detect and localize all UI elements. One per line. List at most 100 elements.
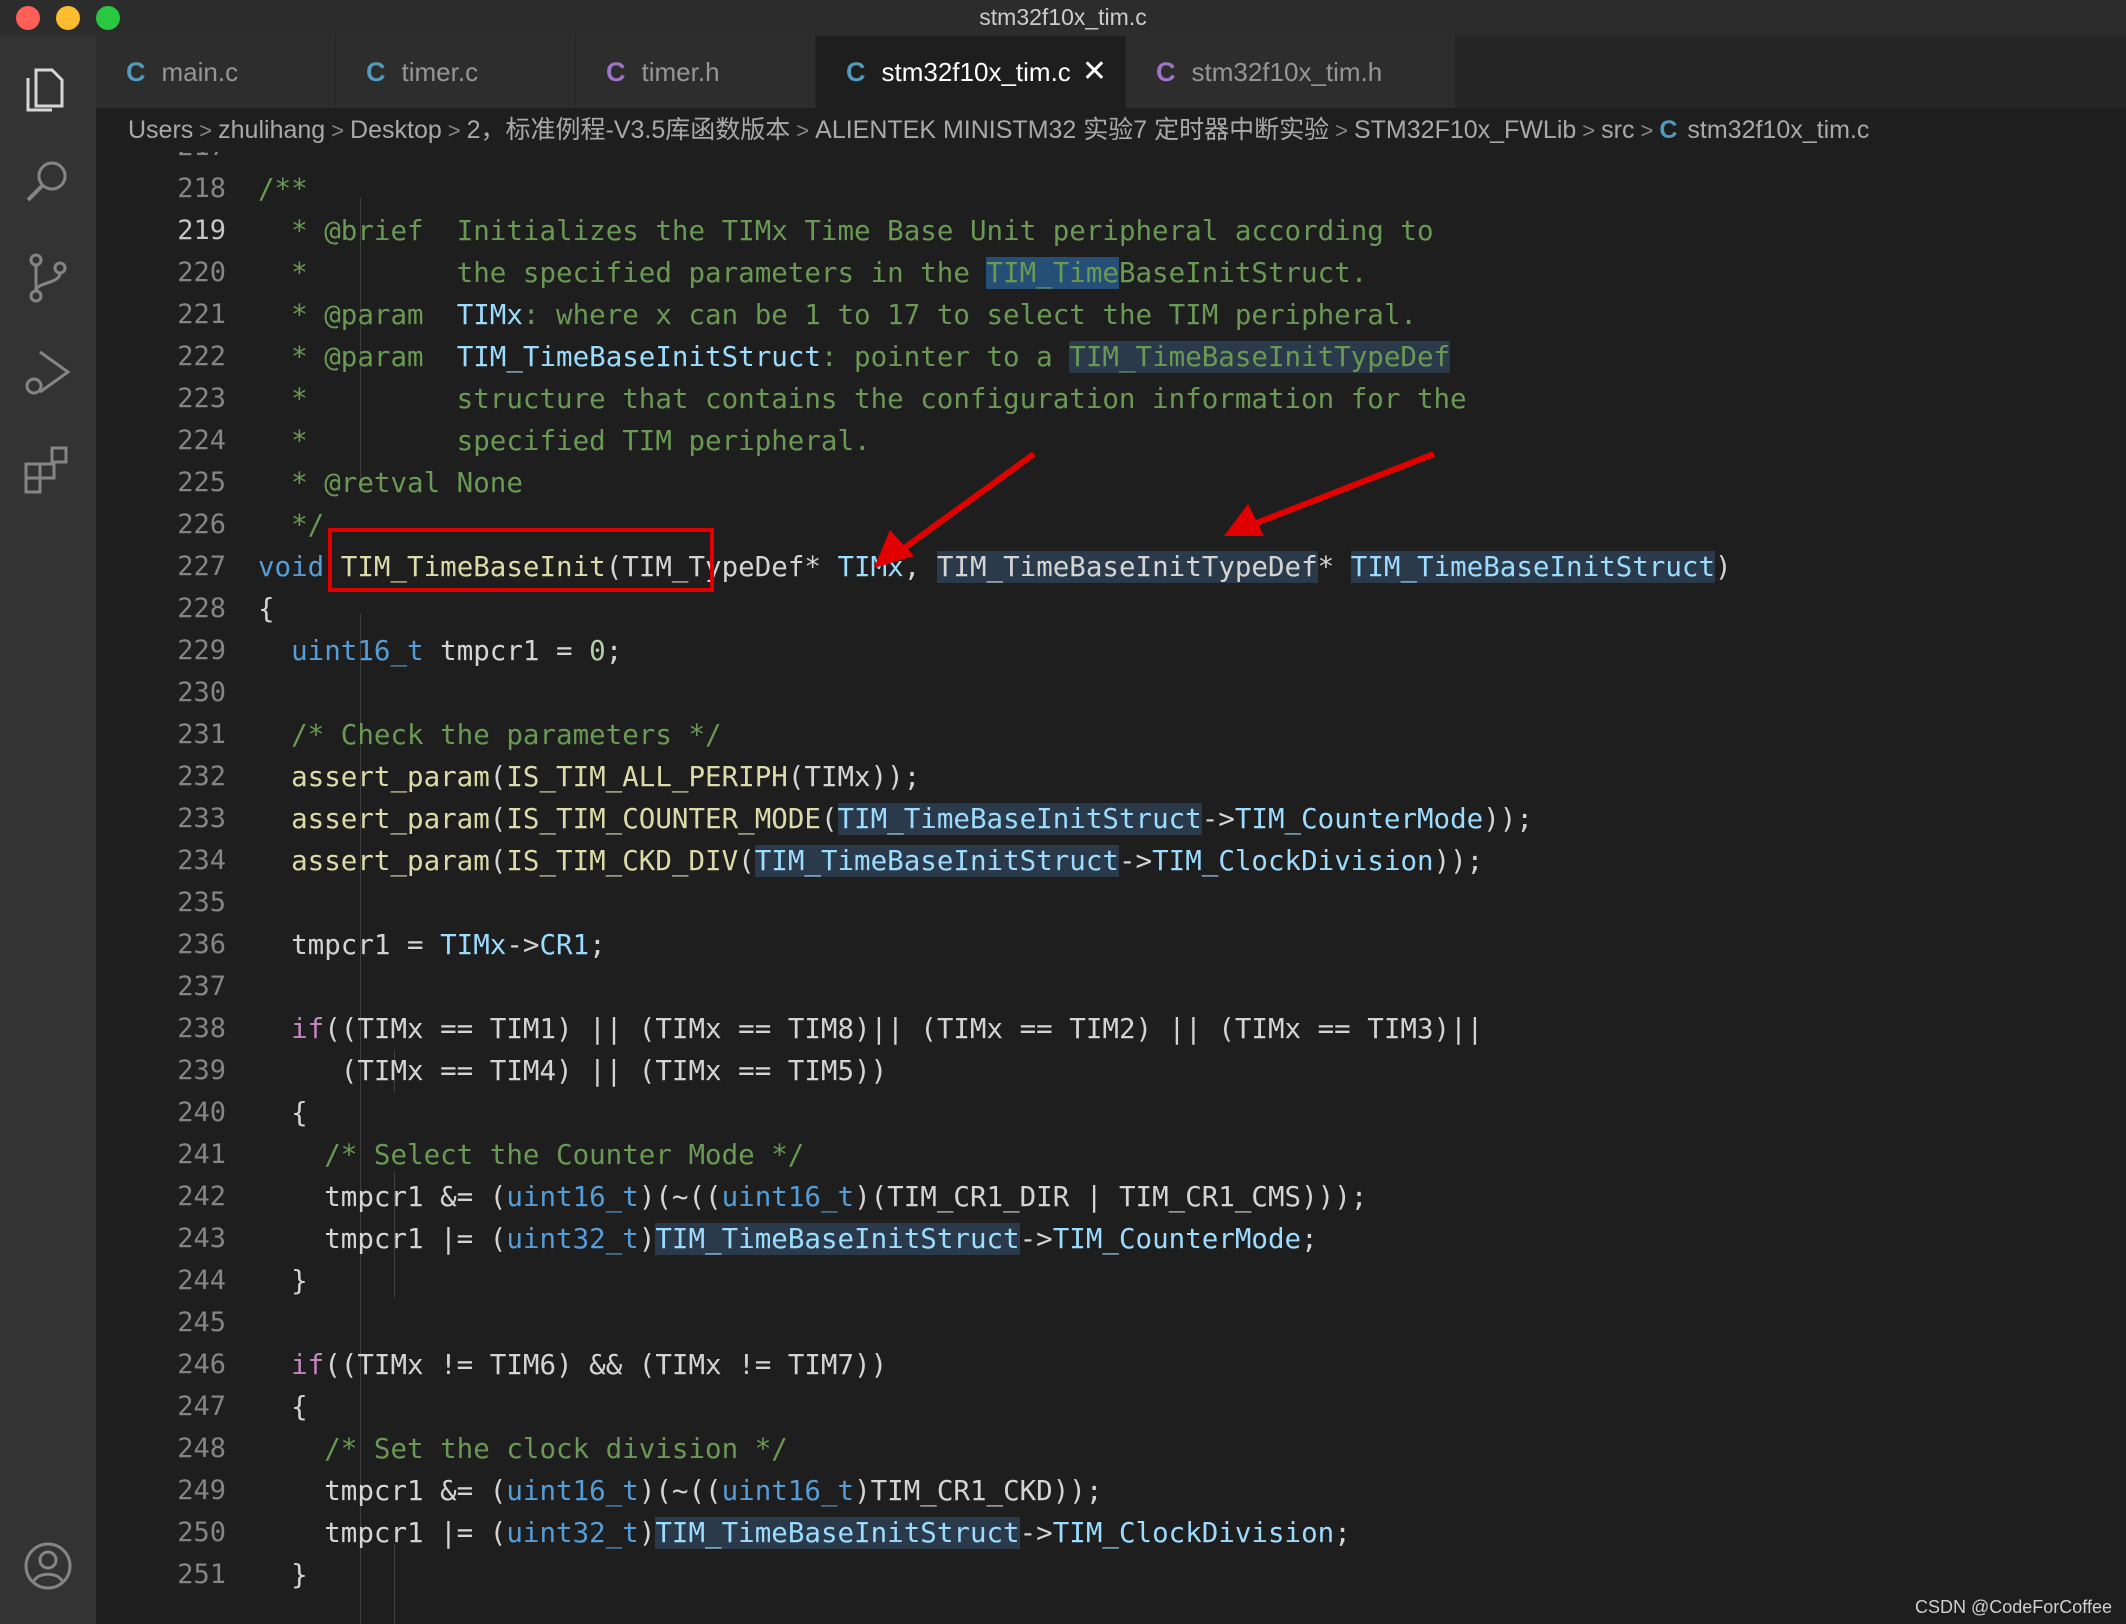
title-bar: stm32f10x_tim.c xyxy=(0,0,2126,37)
line-number: 251 xyxy=(177,1559,226,1590)
code-line: tmpcr1 = TIMx->CR1; xyxy=(258,929,606,961)
line-number: 218 xyxy=(177,173,226,204)
code-line: /** xyxy=(258,173,308,205)
tab-label: stm32f10x_tim.c xyxy=(881,57,1071,87)
line-number: 233 xyxy=(177,803,226,834)
breadcrumb-item[interactable]: stm32f10x_tim.c xyxy=(1687,116,1869,144)
close-icon[interactable]: ✕ xyxy=(1082,36,1107,108)
code-line: } xyxy=(258,1559,308,1591)
breadcrumb-item[interactable]: STM32F10x_FWLib xyxy=(1354,116,1576,144)
source-control-icon[interactable] xyxy=(18,248,78,308)
c-file-icon: C xyxy=(366,57,386,87)
code-line: */ xyxy=(258,509,325,541)
line-number: 239 xyxy=(177,1055,226,1086)
breadcrumb-item[interactable]: 2，标准例程-V3.5库函数版本 xyxy=(467,116,791,144)
tab-main-c[interactable]: Cmain.c xyxy=(96,36,336,108)
tab-timer-c[interactable]: Ctimer.c xyxy=(336,36,576,108)
breadcrumb-item[interactable]: Desktop xyxy=(350,116,442,144)
annotation-arrow-icon xyxy=(1224,452,1436,536)
line-number: 221 xyxy=(177,299,226,330)
line-number: 243 xyxy=(177,1223,226,1254)
tab-stm32f10x-tim-c[interactable]: Cstm32f10x_tim.c ✕ xyxy=(816,36,1126,108)
breadcrumb-item[interactable]: src xyxy=(1601,116,1634,144)
line-number: 249 xyxy=(177,1475,226,1506)
code-line: assert_param(IS_TIM_ALL_PERIPH(TIMx)); xyxy=(258,761,921,793)
run-debug-icon[interactable] xyxy=(18,342,78,402)
c-file-icon: C xyxy=(846,57,866,87)
code-line: tmpcr1 |= (uint32_t)TIM_TimeBaseInitStru… xyxy=(258,1517,1351,1549)
breadcrumb-item[interactable]: ALIENTEK MINISTM32 实验7 定时器中断实验 xyxy=(815,116,1329,144)
line-number: 223 xyxy=(177,383,226,414)
line-number: 244 xyxy=(177,1265,226,1296)
code-line: if((TIMx != TIM6) && (TIMx != TIM7)) xyxy=(258,1349,888,1381)
line-number: 238 xyxy=(177,1013,226,1044)
code-line: * @brief Initializes the TIMx Time Base … xyxy=(258,215,1434,247)
code-line: /* Select the Counter Mode */ xyxy=(258,1139,805,1171)
code-line: /* Check the parameters */ xyxy=(258,719,722,751)
line-number: 246 xyxy=(177,1349,226,1380)
extensions-icon[interactable] xyxy=(18,438,78,498)
window-title: stm32f10x_tim.c xyxy=(979,4,1147,30)
breadcrumb-item[interactable]: zhulihang xyxy=(218,116,325,144)
line-number: 245 xyxy=(177,1307,226,1338)
line-number: 219 xyxy=(177,215,226,246)
code-line: tmpcr1 &= (uint16_t)(~((uint16_t)(TIM_CR… xyxy=(258,1181,1368,1213)
tab-label: timer.h xyxy=(641,57,720,87)
code-line: * @param TIMx: where x can be 1 to 17 to… xyxy=(258,299,1417,331)
code-line: * @retval None xyxy=(258,467,523,499)
editor-tabs: Cmain.c Ctimer.c Ctimer.h Cstm32f10x_tim… xyxy=(96,36,2126,108)
line-number: 226 xyxy=(177,509,226,540)
activity-bar xyxy=(0,36,96,1624)
line-number: 222 xyxy=(177,341,226,372)
code-line: { xyxy=(258,1097,308,1129)
line-number: 236 xyxy=(177,929,226,960)
account-icon[interactable] xyxy=(18,1536,78,1596)
code-line: assert_param(IS_TIM_COUNTER_MODE(TIM_Tim… xyxy=(258,803,1533,835)
line-number: 242 xyxy=(177,1181,226,1212)
line-number: 225 xyxy=(177,467,226,498)
tab-timer-h[interactable]: Ctimer.h xyxy=(576,36,816,108)
code-line: if((TIMx == TIM1) || (TIMx == TIM8)|| (T… xyxy=(258,1013,1484,1045)
code-line: tmpcr1 |= (uint32_t)TIM_TimeBaseInitStru… xyxy=(258,1223,1318,1255)
h-file-icon: C xyxy=(606,57,626,87)
line-number: 224 xyxy=(177,425,226,456)
line-number: 247 xyxy=(177,1391,226,1422)
line-number: 241 xyxy=(177,1139,226,1170)
line-number: 248 xyxy=(177,1433,226,1464)
line-number: 240 xyxy=(177,1097,226,1128)
code-line: assert_param(IS_TIM_CKD_DIV(TIM_TimeBase… xyxy=(258,845,1484,877)
line-number: 234 xyxy=(177,845,226,876)
annotation-highlight-box xyxy=(328,528,714,592)
line-number: 227 xyxy=(177,551,226,582)
c-file-icon: C xyxy=(126,57,146,87)
line-number: 217 xyxy=(116,152,226,168)
line-number: 237 xyxy=(177,971,226,1002)
line-number: 228 xyxy=(177,593,226,624)
code-line: * @param TIM_TimeBaseInitStruct: pointer… xyxy=(258,341,1451,373)
search-icon[interactable] xyxy=(18,152,78,212)
watermark: CSDN @CodeForCoffee xyxy=(1914,1597,2112,1617)
line-number: 220 xyxy=(177,257,226,288)
line-number: 250 xyxy=(177,1517,226,1548)
code-line: } xyxy=(258,1265,308,1297)
tab-stm32f10x-tim-h[interactable]: Cstm32f10x_tim.h xyxy=(1126,36,1456,108)
annotation-arrow-icon xyxy=(874,452,1036,568)
code-line: * the specified parameters in the TIM_Ti… xyxy=(258,257,1368,289)
code-line: * specified TIM peripheral. xyxy=(258,425,871,457)
code-line: { xyxy=(258,1391,308,1423)
files-icon[interactable] xyxy=(18,56,78,116)
code-editor[interactable]: 217 218 219 220 221 222 223 224 225 226 227 228 229 2… xyxy=(96,152,2126,1624)
code-line: tmpcr1 &= (uint16_t)(~((uint16_t)TIM_CR1… xyxy=(258,1475,1103,1507)
code-line: { xyxy=(258,593,275,625)
indent-guide xyxy=(394,1544,395,1624)
line-number: 229 xyxy=(177,635,226,666)
code-line: /* Set the clock division */ xyxy=(258,1433,788,1465)
code-line: (TIMx == TIM4) || (TIMx == TIM5)) xyxy=(258,1055,888,1087)
line-number: 231 xyxy=(177,719,226,750)
breadcrumb-item[interactable]: Users xyxy=(128,116,193,144)
line-number: 230 xyxy=(177,677,226,708)
h-file-icon: C xyxy=(1156,57,1176,87)
code-line: uint16_t tmpcr1 = 0; xyxy=(258,635,623,667)
code-line: * structure that contains the configurat… xyxy=(258,383,1467,415)
tab-label: stm32f10x_tim.h xyxy=(1191,57,1383,87)
